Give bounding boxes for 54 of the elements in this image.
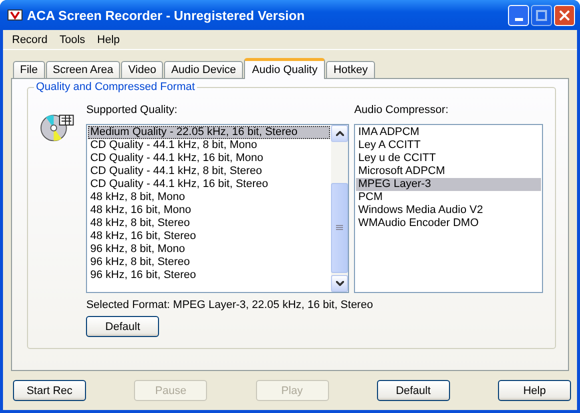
list-item[interactable]: Windows Media Audio V2 — [356, 204, 541, 217]
list-item[interactable]: CD Quality - 44.1 kHz, 16 bit, Mono — [88, 152, 330, 165]
window-title: ACA Screen Recorder - Unregistered Version — [27, 8, 306, 22]
list-item[interactable]: Medium Quality - 22.05 kHz, 16 bit, Stereo — [88, 126, 330, 139]
list-item[interactable]: CD Quality - 44.1 kHz, 8 bit, Mono — [88, 139, 330, 152]
scroll-thumb[interactable] — [331, 183, 348, 273]
scroll-up-button[interactable] — [331, 125, 348, 142]
list-item[interactable]: CD Quality - 44.1 kHz, 16 bit, Stereo — [88, 178, 330, 191]
button[interactable]: Start Rec — [13, 380, 86, 401]
maximize-button[interactable] — [531, 4, 552, 26]
button[interactable]: Default — [376, 380, 450, 401]
tab[interactable]: Hotkey — [326, 61, 375, 78]
list-item[interactable]: 48 kHz, 8 bit, Stereo — [88, 217, 330, 230]
list-item[interactable]: CD Quality - 44.1 kHz, 8 bit, Stereo — [88, 165, 330, 178]
list-item[interactable]: MPEG Layer-3 — [356, 178, 541, 191]
list-item[interactable]: Microsoft ADPCM — [356, 165, 541, 178]
tab[interactable]: Audio Quality — [244, 58, 326, 79]
list-item[interactable]: PCM — [356, 191, 541, 204]
list-item[interactable]: Ley A CCITT — [356, 139, 541, 152]
group-title: Quality and Compressed Format — [34, 81, 197, 93]
list-item[interactable]: 48 kHz, 8 bit, Mono — [88, 191, 330, 204]
button[interactable]: Help — [498, 380, 571, 401]
list-item[interactable]: Ley u de CCITT — [356, 152, 541, 165]
close-button[interactable] — [554, 4, 575, 26]
scroll-down-button[interactable] — [331, 275, 348, 292]
list-item[interactable]: IMA ADPCM — [356, 126, 541, 139]
list-item[interactable]: 96 kHz, 8 bit, Mono — [88, 243, 330, 256]
scrollbar[interactable] — [331, 125, 348, 292]
list-item[interactable]: 96 kHz, 8 bit, Stereo — [88, 256, 330, 269]
tab[interactable]: Audio Device — [164, 61, 244, 78]
list-item[interactable]: 96 kHz, 16 bit, Stereo — [88, 269, 330, 282]
quality-list[interactable] — [86, 124, 350, 293]
menu-item[interactable]: Record — [6, 34, 54, 46]
list-label: Audio Compressor: — [354, 104, 450, 118]
selected-format-text: Selected Format: MPEG Layer-3, 22.05 kHz, 16 bit, Stereo — [86, 299, 373, 311]
menu-item[interactable]: Help — [91, 34, 126, 46]
default-button[interactable]: Default — [86, 316, 160, 337]
maximize-icon — [536, 10, 547, 20]
compressor-list[interactable]: IMA ADPCM Ley A CCITT Ley u de CCITT Microsoft ADPCM MPEG Layer-3 PCM Windows Media Audio V2 WMAudio Encoder DMO — [354, 124, 543, 293]
list-item[interactable]: WMAudio Encoder DMO — [356, 217, 541, 230]
cd-music-icon — [40, 112, 76, 142]
chevron-up-icon — [336, 131, 344, 136]
chevron-down-icon — [336, 281, 344, 286]
tab[interactable]: Screen Area — [46, 61, 120, 78]
list-label: Supported Quality: — [86, 104, 178, 118]
close-icon — [559, 10, 570, 20]
menu-item[interactable]: Tools — [53, 34, 92, 46]
tab[interactable]: Video — [121, 61, 164, 78]
tab[interactable]: File — [13, 61, 45, 78]
grip-icon — [336, 225, 344, 231]
minimize-icon — [514, 18, 522, 20]
list-item[interactable]: 48 kHz, 16 bit, Stereo — [88, 230, 330, 243]
minimize-button[interactable] — [508, 4, 529, 26]
list-item[interactable]: 48 kHz, 16 bit, Mono — [88, 204, 330, 217]
